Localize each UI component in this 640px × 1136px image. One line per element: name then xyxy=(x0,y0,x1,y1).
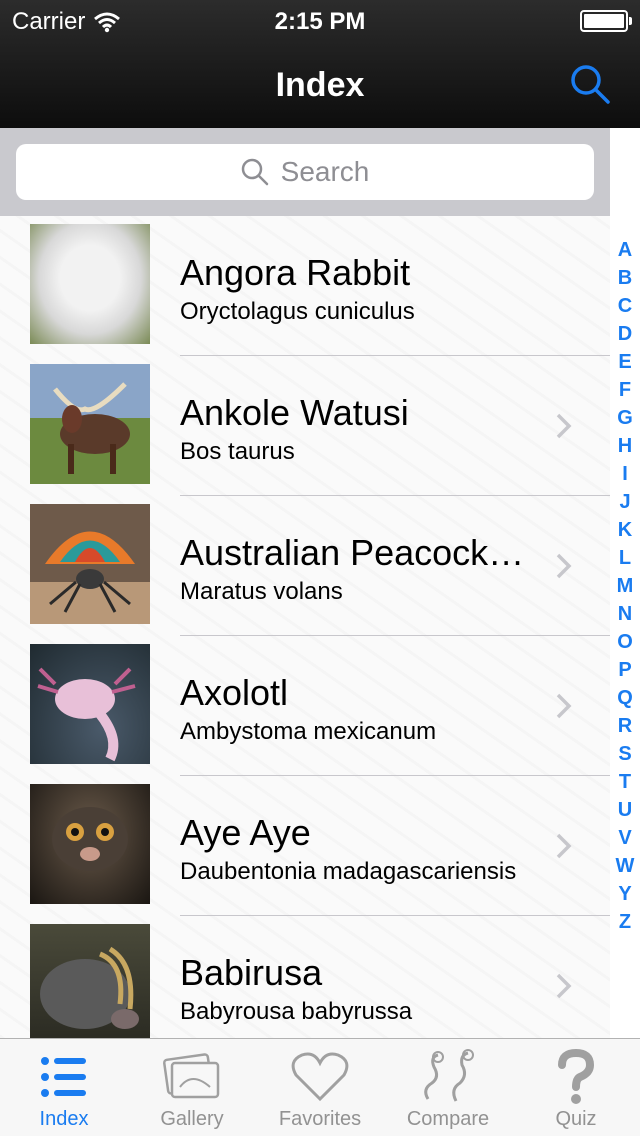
index-letter-y[interactable]: Y xyxy=(618,880,631,908)
status-time: 2:15 PM xyxy=(274,8,366,35)
index-letter-b[interactable]: B xyxy=(618,264,632,292)
tab-label: Gallery xyxy=(160,1108,224,1130)
tab-label: Index xyxy=(39,1108,89,1130)
search-icon[interactable] xyxy=(568,62,612,106)
chevron-right-icon xyxy=(556,413,572,439)
index-letter-s[interactable]: S xyxy=(618,740,631,768)
search-input[interactable]: Search xyxy=(16,144,594,200)
animal-scientific-name: Maratus volans xyxy=(180,578,343,605)
index-letter-r[interactable]: R xyxy=(618,712,632,740)
list-item[interactable]: Babirusa Babyrousa babyrussa xyxy=(0,916,610,1038)
tab-favorites[interactable]: Favorites xyxy=(256,1039,384,1136)
gallery-icon xyxy=(162,1053,220,1099)
tab-quiz[interactable]: Quiz xyxy=(512,1039,640,1136)
chevron-right-icon xyxy=(556,833,572,859)
index-letter-p[interactable]: P xyxy=(618,656,631,684)
page-title: Index xyxy=(275,66,365,104)
heart-icon xyxy=(291,1052,349,1102)
animal-name: Babirusa xyxy=(180,952,323,993)
index-letter-z[interactable]: Z xyxy=(619,908,631,936)
animal-thumbnail xyxy=(30,364,150,484)
battery-icon xyxy=(580,10,632,32)
compare-icon xyxy=(424,1049,474,1102)
chevron-right-icon xyxy=(556,973,572,999)
list-item[interactable]: Axolotl Ambystoma mexicanum xyxy=(0,636,610,776)
animal-scientific-name: Bos taurus xyxy=(180,438,295,465)
search-bar: Search xyxy=(0,128,610,216)
animal-name: Axolotl xyxy=(180,672,289,713)
animal-scientific-name: Babyrousa babyrussa xyxy=(180,998,413,1025)
animal-thumbnail xyxy=(30,224,150,344)
index-letter-f[interactable]: F xyxy=(619,376,631,404)
index-letter-i[interactable]: I xyxy=(622,460,628,488)
index-letter-j[interactable]: J xyxy=(619,488,630,516)
index-letter-h[interactable]: H xyxy=(618,432,632,460)
animal-name: Australian Peacock… xyxy=(180,532,525,573)
animal-thumbnail xyxy=(30,784,150,904)
top-bar: Carrier 2:15 PM Index xyxy=(0,0,640,128)
animal-list: Angora Rabbit Oryctolagus cuniculus Anko… xyxy=(0,216,610,1038)
animal-thumbnail xyxy=(30,924,150,1038)
status-bar: Carrier 2:15 PM xyxy=(0,0,640,40)
section-index[interactable]: A B C D E F G H I J K L M N O P Q R S T … xyxy=(610,236,640,936)
index-letter-o[interactable]: O xyxy=(617,628,633,656)
list-item[interactable]: Angora Rabbit Oryctolagus cuniculus xyxy=(0,216,610,356)
index-letter-a[interactable]: A xyxy=(618,236,632,264)
index-letter-t[interactable]: T xyxy=(619,768,631,796)
chevron-right-icon xyxy=(556,693,572,719)
list-item[interactable]: Aye Aye Daubentonia madagascariensis xyxy=(0,776,610,916)
tab-gallery[interactable]: Gallery xyxy=(128,1039,256,1136)
index-letter-k[interactable]: K xyxy=(618,516,632,544)
chevron-right-icon xyxy=(556,553,572,579)
tab-index[interactable]: Index xyxy=(0,1039,128,1136)
animal-scientific-name: Ambystoma mexicanum xyxy=(180,718,437,745)
list-icon xyxy=(41,1057,86,1097)
tab-compare[interactable]: Compare xyxy=(384,1039,512,1136)
animal-name: Aye Aye xyxy=(180,812,311,853)
list-item[interactable]: Ankole Watusi Bos taurus xyxy=(0,356,610,496)
index-letter-e[interactable]: E xyxy=(618,348,631,376)
tab-bar: Index Gallery Favorites Compare Quiz xyxy=(0,1038,640,1136)
index-letter-w[interactable]: W xyxy=(616,852,635,880)
animal-thumbnail xyxy=(30,644,150,764)
index-letter-u[interactable]: U xyxy=(618,796,632,824)
animal-scientific-name: Daubentonia madagascariensis xyxy=(180,858,517,885)
tab-label: Favorites xyxy=(278,1108,362,1130)
index-letter-n[interactable]: N xyxy=(618,600,632,628)
animal-name: Angora Rabbit xyxy=(180,252,411,293)
animal-thumbnail xyxy=(30,504,150,624)
list-item[interactable]: Australian Peacock… Maratus volans xyxy=(0,496,610,636)
index-letter-c[interactable]: C xyxy=(618,292,632,320)
animal-scientific-name: Oryctolagus cuniculus xyxy=(180,298,415,325)
animal-name: Ankole Watusi xyxy=(180,392,409,433)
magnifier-icon xyxy=(241,158,268,186)
index-letter-l[interactable]: L xyxy=(619,544,631,572)
index-letter-v[interactable]: V xyxy=(618,824,631,852)
search-placeholder: Search xyxy=(280,156,370,187)
index-letter-g[interactable]: G xyxy=(617,404,633,432)
index-letter-m[interactable]: M xyxy=(617,572,634,600)
tab-label: Quiz xyxy=(555,1108,597,1130)
tab-label: Compare xyxy=(406,1108,490,1130)
index-letter-q[interactable]: Q xyxy=(617,684,633,712)
index-letter-d[interactable]: D xyxy=(618,320,632,348)
question-icon xyxy=(558,1049,595,1104)
